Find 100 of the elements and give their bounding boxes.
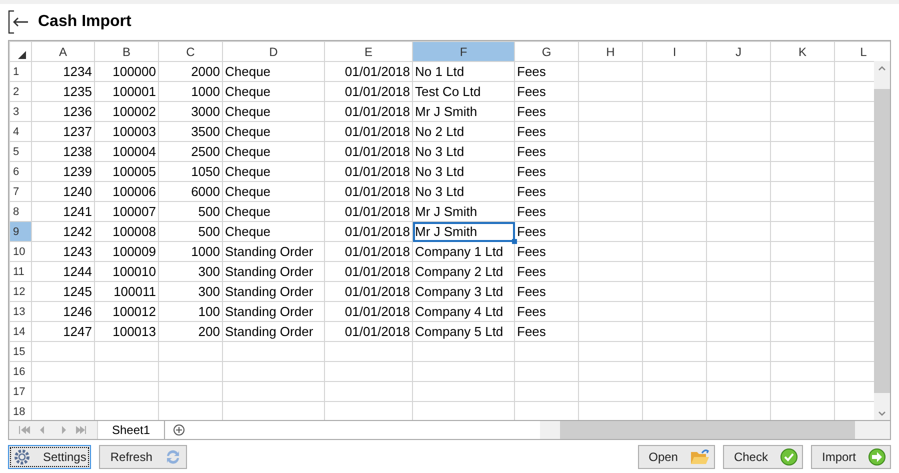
table-cell: 01/01/2018: [344, 204, 410, 219]
table-cell: Fees: [517, 224, 546, 239]
table-cell: 100009: [112, 244, 156, 259]
row-header[interactable]: 14: [10, 322, 32, 342]
table-cell: Fees: [517, 284, 546, 299]
table-cell: Fees: [517, 84, 546, 99]
row-header[interactable]: 9: [10, 222, 32, 242]
table-cell: No 3 Ltd: [415, 164, 464, 179]
row-header[interactable]: 16: [10, 362, 32, 382]
table-cell: Fees: [517, 304, 546, 319]
table-cell: 1243: [63, 244, 92, 259]
open-button[interactable]: Open: [638, 444, 715, 468]
table-cell: 100001: [112, 84, 156, 99]
table-cell: Standing Order: [225, 244, 314, 259]
fill-handle[interactable]: [512, 239, 517, 244]
check-button[interactable]: Check: [722, 444, 803, 468]
column-header[interactable]: C: [158, 42, 222, 62]
table-cell: 01/01/2018: [344, 164, 410, 179]
table-cell: 2000: [191, 64, 220, 79]
table-cell: 1000: [191, 244, 220, 259]
column-header[interactable]: L: [834, 42, 890, 62]
add-sheet-icon[interactable]: [173, 424, 186, 436]
column-header[interactable]: J: [706, 42, 770, 62]
table-cell: 100012: [112, 304, 156, 319]
table-cell: Fees: [517, 204, 546, 219]
table-cell: 100004: [112, 144, 156, 159]
row-header[interactable]: 2: [10, 82, 32, 102]
table-cell: Company 5 Ltd: [415, 324, 504, 339]
table-cell: Cheque: [225, 144, 271, 159]
row-header[interactable]: 17: [10, 382, 32, 402]
table-cell: Company 2 Ltd: [415, 264, 504, 279]
table-cell: Fees: [517, 64, 546, 79]
table-cell: Cheque: [225, 184, 271, 199]
check-icon: [780, 448, 798, 466]
table-cell: 100011: [114, 284, 156, 299]
row-header[interactable]: 15: [10, 342, 32, 362]
table-cell: 01/01/2018: [344, 324, 410, 339]
table-cell: No 3 Ltd: [415, 144, 464, 159]
page-title: Cash Import: [38, 13, 132, 31]
column-header[interactable]: A: [32, 42, 94, 62]
table-cell: Fees: [517, 264, 546, 279]
table-cell: Cheque: [225, 124, 271, 139]
table-cell: 1242: [63, 224, 92, 239]
row-header[interactable]: 6: [10, 162, 32, 182]
row-header[interactable]: 5: [10, 142, 32, 162]
row-header[interactable]: 3: [10, 102, 32, 122]
table-cell: Fees: [517, 244, 546, 259]
column-header[interactable]: D: [222, 42, 324, 62]
table-cell: 1235: [63, 84, 92, 99]
column-header[interactable]: K: [770, 42, 834, 62]
select-all-icon[interactable]: [18, 50, 26, 58]
vertical-scrollbar[interactable]: [874, 61, 890, 421]
table-cell: No 2 Ltd: [415, 124, 464, 139]
table-cell: 01/01/2018: [344, 184, 410, 199]
column-header[interactable]: H: [578, 42, 642, 62]
table-cell: 1000: [191, 84, 220, 99]
table-cell: 01/01/2018: [344, 104, 410, 119]
row-header[interactable]: 7: [10, 182, 32, 202]
row-header[interactable]: 18: [10, 402, 32, 422]
row-header[interactable]: 1: [10, 62, 32, 82]
table-cell: 01/01/2018: [344, 224, 410, 239]
table-cell: 100008: [112, 224, 156, 239]
table-cell: Fees: [517, 124, 546, 139]
horizontal-scrollbar[interactable]: [540, 421, 890, 439]
table-cell: 2500: [191, 144, 220, 159]
table-cell: Standing Order: [225, 304, 314, 319]
table-cell: 01/01/2018: [344, 124, 410, 139]
table-cell: 200: [198, 324, 220, 339]
table-cell: 100003: [112, 124, 156, 139]
back-arrow-icon[interactable]: [8, 10, 30, 34]
table-cell: Fees: [517, 164, 546, 179]
table-cell: 500: [198, 224, 220, 239]
import-button[interactable]: Import: [810, 444, 891, 468]
column-header[interactable]: E: [324, 42, 412, 62]
table-cell: 3500: [191, 124, 220, 139]
column-header[interactable]: G: [514, 42, 578, 62]
table-cell: Cheque: [225, 204, 271, 219]
refresh-button[interactable]: Refresh: [99, 444, 188, 468]
column-header[interactable]: I: [642, 42, 706, 62]
table-cell: 6000: [191, 184, 220, 199]
row-header[interactable]: 8: [10, 202, 32, 222]
table-cell: 1234: [63, 64, 92, 79]
row-header[interactable]: 13: [10, 302, 32, 322]
table-cell: 300: [198, 284, 220, 299]
table-cell: 3000: [191, 104, 220, 119]
row-header[interactable]: 4: [10, 122, 32, 142]
table-cell: 1237: [63, 124, 92, 139]
row-header[interactable]: 12: [10, 282, 32, 302]
sheet-navigation-icon[interactable]: [18, 426, 88, 434]
row-header[interactable]: 11: [10, 262, 32, 282]
table-cell: 1239: [63, 164, 92, 179]
table-cell: Mr J Smith: [415, 204, 478, 219]
table-cell: 100013: [112, 324, 156, 339]
row-header[interactable]: 10: [10, 242, 32, 262]
column-header[interactable]: F: [412, 42, 514, 62]
table-cell: Standing Order: [225, 264, 314, 279]
table-cell: 500: [198, 204, 220, 219]
column-header[interactable]: B: [94, 42, 158, 62]
table-cell: 1241: [63, 204, 92, 219]
settings-button[interactable]: Settings: [8, 444, 92, 468]
